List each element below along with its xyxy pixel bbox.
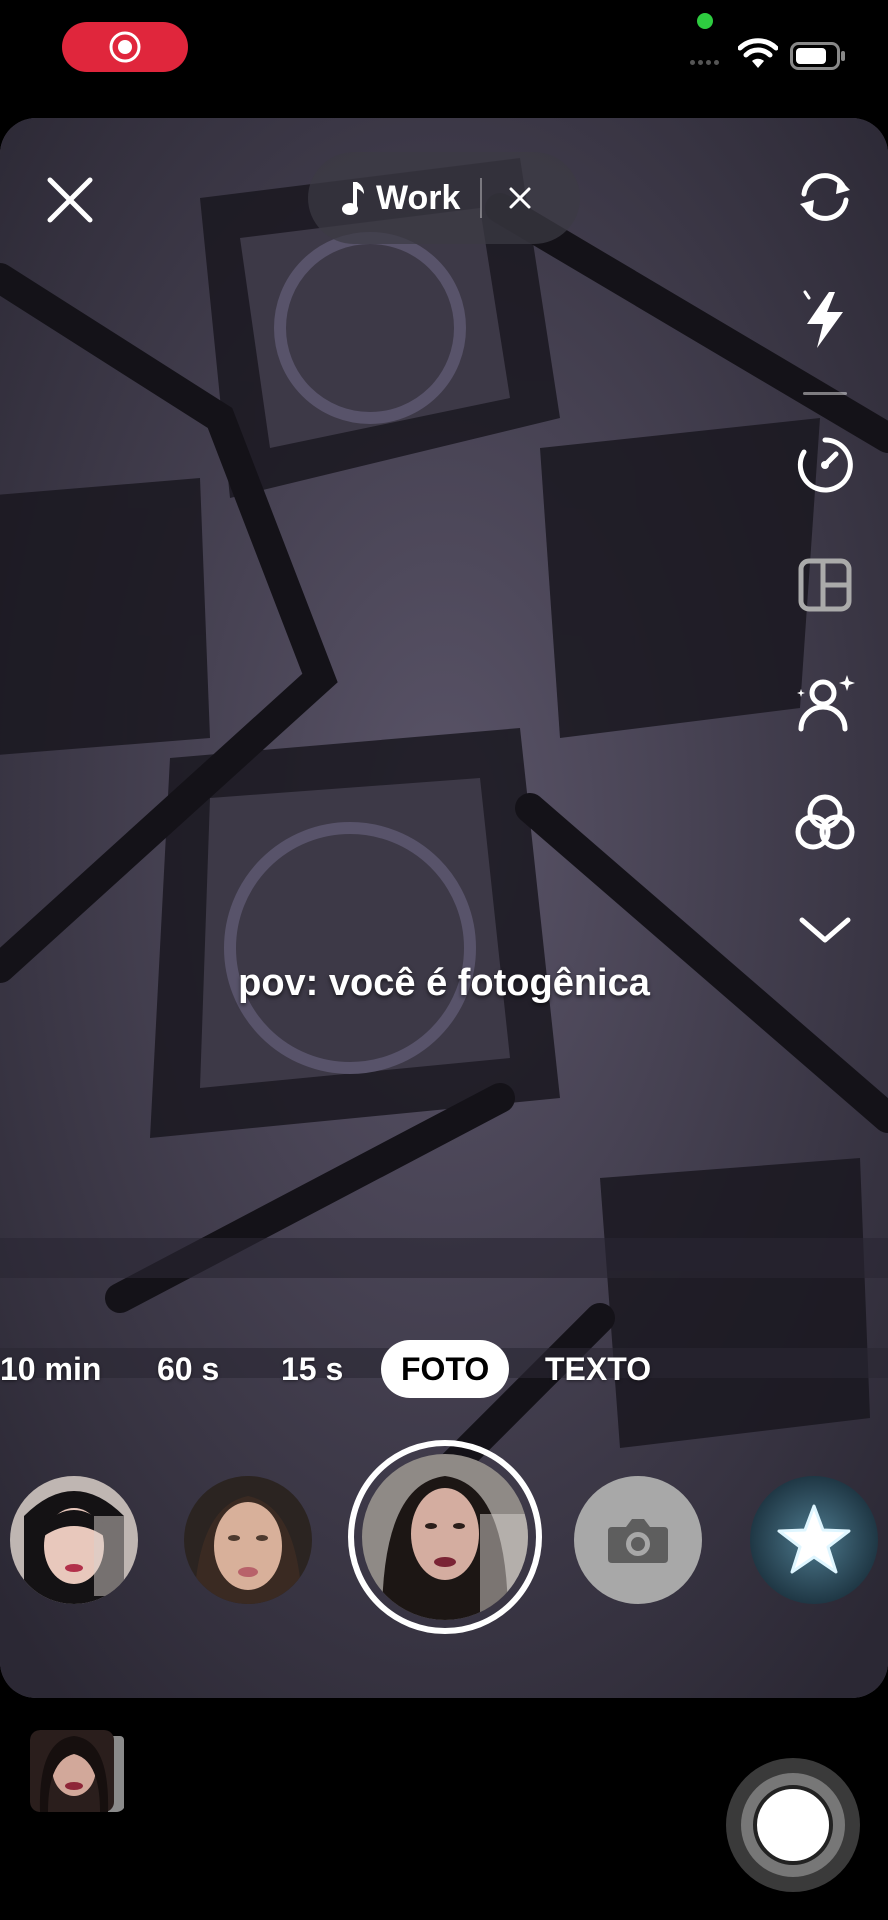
more-tools-button[interactable]	[790, 896, 860, 966]
capture-button-ring	[741, 1773, 845, 1877]
mode-10min[interactable]: 10 min	[0, 1340, 101, 1398]
mode-15s[interactable]: 15 s	[281, 1340, 343, 1398]
effect-portrait-1[interactable]	[10, 1476, 138, 1604]
filters-button[interactable]	[790, 788, 860, 858]
effect-portrait-selected[interactable]	[348, 1440, 542, 1634]
flip-camera-button[interactable]	[790, 162, 860, 232]
close-button[interactable]	[38, 168, 102, 232]
gallery-thumbnail	[30, 1730, 124, 1812]
screen-record-indicator[interactable]	[62, 22, 188, 72]
camera-icon	[608, 1519, 668, 1563]
timer-icon	[797, 437, 853, 493]
battery-icon	[790, 42, 845, 70]
retouch-button[interactable]	[790, 668, 860, 738]
timer-button[interactable]	[790, 430, 860, 500]
remove-sound-button[interactable]	[508, 186, 532, 210]
capture-button-core	[753, 1785, 833, 1865]
retouch-icon	[797, 675, 855, 732]
mode-foto[interactable]: FOTO	[381, 1340, 510, 1398]
flash-icon	[803, 290, 843, 348]
portrait-thumbnail	[10, 1476, 138, 1604]
close-small-icon	[509, 187, 531, 209]
flip-camera-icon	[800, 173, 850, 221]
music-note-icon	[342, 182, 364, 215]
flash-button[interactable]	[790, 284, 860, 354]
layout-icon	[798, 558, 852, 612]
sound-divider	[480, 178, 483, 218]
close-icon	[47, 177, 93, 223]
mode-selector: 10 min 60 s 15 s FOTO TEXTO	[0, 1340, 888, 1400]
screen-record-icon	[109, 31, 141, 63]
filters-icon	[795, 794, 855, 850]
add-sound-pill[interactable]: Work	[308, 152, 580, 244]
chevron-down-icon	[799, 917, 851, 943]
layout-button[interactable]	[790, 550, 860, 620]
camera-in-use-dot	[697, 13, 713, 29]
capture-button[interactable]	[726, 1758, 860, 1892]
toolbar-separator	[803, 392, 847, 395]
star-effect-icon	[777, 1504, 851, 1574]
portrait-thumbnail	[184, 1476, 312, 1604]
template-caption: pov: você é fotogênica	[238, 962, 650, 1004]
camera-effect-button[interactable]	[574, 1476, 702, 1604]
mode-texto[interactable]: TEXTO	[545, 1340, 651, 1398]
mode-60s[interactable]: 60 s	[157, 1340, 219, 1398]
gallery-button[interactable]	[30, 1730, 126, 1812]
star-effect-button[interactable]	[750, 1476, 878, 1604]
sound-title: Work	[376, 178, 461, 217]
cellular-signal-icon	[690, 60, 719, 65]
status-bar	[0, 0, 888, 110]
portrait-thumbnail	[362, 1454, 528, 1620]
wifi-icon	[738, 38, 778, 68]
effect-portrait-2[interactable]	[184, 1476, 312, 1604]
